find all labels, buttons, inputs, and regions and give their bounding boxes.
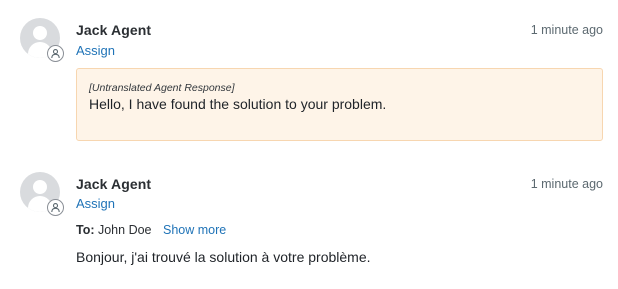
recipient-name: John Doe [97, 223, 152, 237]
conversation-message: Jack Agent Assign 1 minute ago To: John … [0, 160, 618, 289]
author-name: Jack Agent [76, 176, 152, 192]
untranslated-label: [Untranslated Agent Response] [89, 82, 235, 94]
message-body: Bonjour, j'ai trouvé la solution à votre… [76, 249, 371, 265]
message-body: Hello, I have found the solution to your… [89, 96, 387, 112]
untranslated-response-box: [Untranslated Agent Response] Hello, I h… [76, 68, 603, 141]
show-more-link[interactable]: Show more [163, 223, 226, 237]
avatar[interactable] [20, 18, 64, 64]
to-label: To: [76, 223, 98, 237]
assign-link[interactable]: Assign [76, 43, 115, 58]
agent-person-icon [47, 199, 64, 216]
message-timestamp: 1 minute ago [530, 177, 603, 191]
agent-person-icon [47, 45, 64, 62]
author-name: Jack Agent [76, 22, 152, 38]
recipient-line: To: John Doe Show more [76, 223, 226, 237]
avatar[interactable] [20, 172, 64, 218]
conversation-message: Jack Agent Assign 1 minute ago [Untransl… [0, 0, 618, 150]
message-timestamp: 1 minute ago [530, 23, 603, 37]
assign-link[interactable]: Assign [76, 196, 115, 211]
